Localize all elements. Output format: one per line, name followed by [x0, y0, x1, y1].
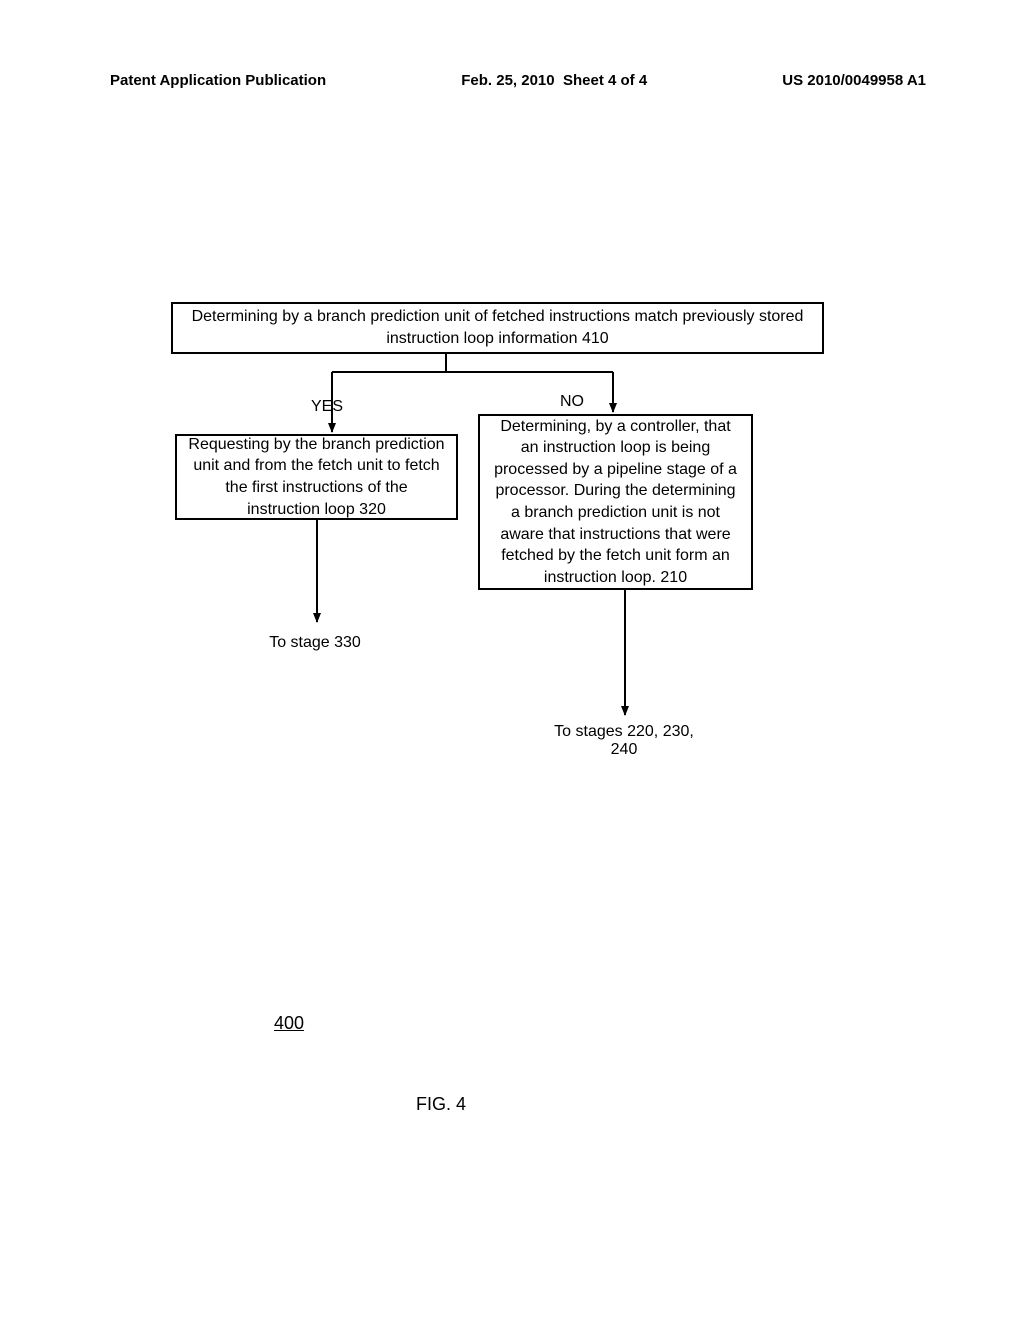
flow-box-210: Determining, by a controller, that an in…: [478, 414, 753, 590]
header-publication: Patent Application Publication: [110, 72, 326, 89]
flow-box-210-text: Determining, by a controller, that an in…: [490, 416, 741, 589]
edge-label-no: NO: [558, 393, 586, 411]
header-pubnumber: US 2010/0049958 A1: [782, 72, 926, 89]
flow-arrows: [0, 0, 1024, 1320]
figure-number: 400: [274, 1013, 304, 1034]
flow-box-410: Determining by a branch prediction unit …: [171, 302, 824, 354]
figure-caption: FIG. 4: [416, 1094, 466, 1115]
header-date-sheet: Feb. 25, 2010 Sheet 4 of 4: [461, 72, 647, 89]
header-sheet: Sheet 4 of 4: [563, 72, 647, 89]
edge-label-yes: YES: [309, 398, 345, 416]
downstream-to-220: To stages 220, 230, 240: [544, 723, 704, 759]
downstream-to-330: To stage 330: [245, 634, 385, 652]
flow-box-320-text: Requesting by the branch prediction unit…: [187, 434, 446, 520]
flow-box-410-text: Determining by a branch prediction unit …: [183, 306, 812, 349]
flow-box-320: Requesting by the branch prediction unit…: [175, 434, 458, 520]
header-date: Feb. 25, 2010: [461, 72, 554, 89]
